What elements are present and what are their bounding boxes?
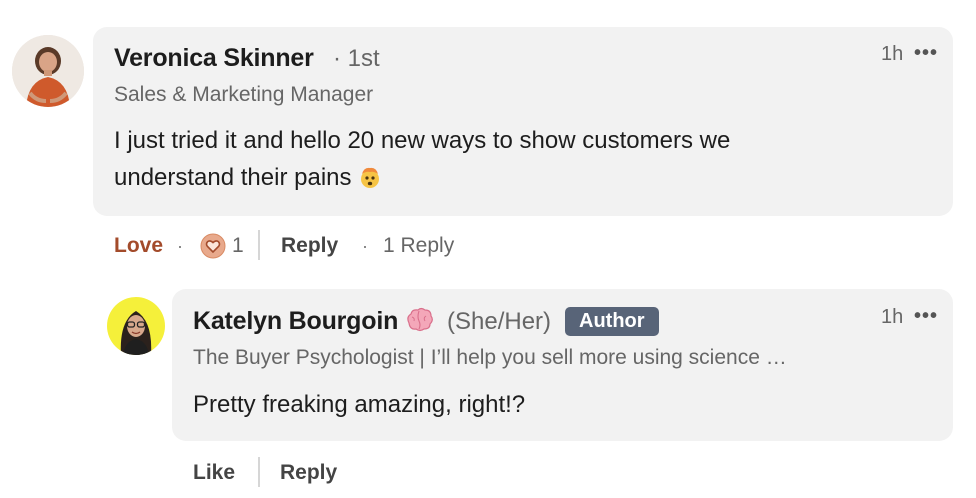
avatar-veronica[interactable] — [12, 35, 84, 107]
exploding-head-icon — [358, 163, 382, 200]
reply-author-headline: The Buyer Psychologist | I’ll help you s… — [193, 346, 787, 369]
love-reaction-button[interactable]: Love — [114, 234, 163, 258]
action-separator-dot: · — [177, 236, 183, 256]
action-divider — [258, 230, 260, 260]
reply-to-reply-button[interactable]: Reply — [280, 461, 337, 485]
reply-more-options-icon[interactable]: ••• — [914, 305, 938, 328]
author-pronouns: (She/Her) — [447, 308, 552, 335]
avatar-katelyn[interactable] — [107, 297, 165, 355]
degree-label: 1st — [347, 45, 380, 72]
brain-icon — [405, 307, 433, 339]
author-badge: Author — [565, 307, 659, 336]
comment-timestamp: 1h — [881, 43, 904, 65]
replies-count-link[interactable]: 1 Reply — [383, 234, 454, 258]
reply-action-divider — [258, 457, 260, 487]
comment-text-content: I just tried it and hello 20 new ways to… — [114, 127, 731, 191]
comment-more-options-icon[interactable]: ••• — [914, 42, 938, 65]
reply-separator-dot: · — [362, 236, 368, 256]
reply-author-name[interactable]: Katelyn Bourgoin — [193, 307, 398, 336]
degree-dot: · — [333, 45, 341, 72]
comment-text: I just tried it and hello 20 new ways to… — [114, 122, 834, 200]
like-button[interactable]: Like — [193, 461, 235, 485]
reaction-count[interactable]: 1 — [232, 234, 244, 258]
reply-timestamp: 1h — [881, 306, 904, 328]
reply-text: Pretty freaking amazing, right!? — [193, 391, 526, 418]
heart-reaction-icon[interactable] — [200, 233, 226, 259]
comment-author-name[interactable]: Veronica Skinner — [114, 44, 314, 73]
connection-degree: · 1st — [333, 45, 380, 73]
comment-author-headline: Sales & Marketing Manager — [114, 83, 374, 106]
reply-button[interactable]: Reply — [281, 234, 338, 258]
